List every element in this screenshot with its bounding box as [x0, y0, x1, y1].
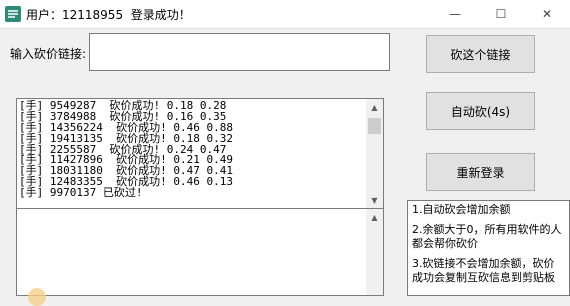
title-bar: 用户：12118955 登录成功！ — ☐ ✕ [0, 0, 570, 29]
output-scrollbar[interactable]: ▲ [366, 209, 383, 295]
auto-cut-button[interactable]: 自动砍(4s) [426, 92, 535, 130]
maximize-button[interactable]: ☐ [478, 0, 524, 28]
output-textbox[interactable]: ▲ [16, 208, 384, 296]
window-title: 用户：12118955 登录成功！ [26, 8, 191, 22]
watermark-logo [28, 288, 46, 306]
note-item: 1.自动砍会增加余额 [412, 203, 511, 216]
scroll-up-arrow-icon[interactable]: ▲ [366, 99, 383, 116]
log-line: [手] 9970137 已砍过! [19, 186, 143, 200]
log-scrollbar[interactable]: ▲ ▼ [366, 99, 383, 209]
close-button[interactable]: ✕ [524, 0, 570, 28]
cut-link-button[interactable]: 砍这个链接 [426, 35, 535, 73]
relogin-button[interactable]: 重新登录 [426, 153, 535, 191]
log-listbox[interactable]: [手] 9549287 砍价成功! 0.18 0.28 [手] 3784988 … [16, 98, 384, 210]
note-item: 3.砍链接不会增加余额，砍价成功会复制互砍信息到剪贴板 [412, 257, 555, 284]
note-item: 2.余额大于0，所有用软件的人都会帮你砍价 [412, 223, 562, 250]
scroll-up-arrow-icon[interactable]: ▲ [366, 209, 383, 226]
log-scroll-thumb[interactable] [368, 118, 381, 134]
scroll-down-arrow-icon[interactable]: ▼ [366, 192, 383, 209]
app-logo-icon [5, 6, 21, 22]
link-input-field[interactable] [89, 33, 390, 71]
notes-panel: 1.自动砍会增加余额 2.余额大于0，所有用软件的人都会帮你砍价 3.砍链接不会… [407, 200, 570, 296]
log-lines: [手] 9549287 砍价成功! 0.18 0.28 [手] 3784988 … [19, 100, 233, 200]
minimize-button[interactable]: — [432, 0, 478, 28]
link-input-label: 输入砍价链接: [10, 47, 87, 61]
